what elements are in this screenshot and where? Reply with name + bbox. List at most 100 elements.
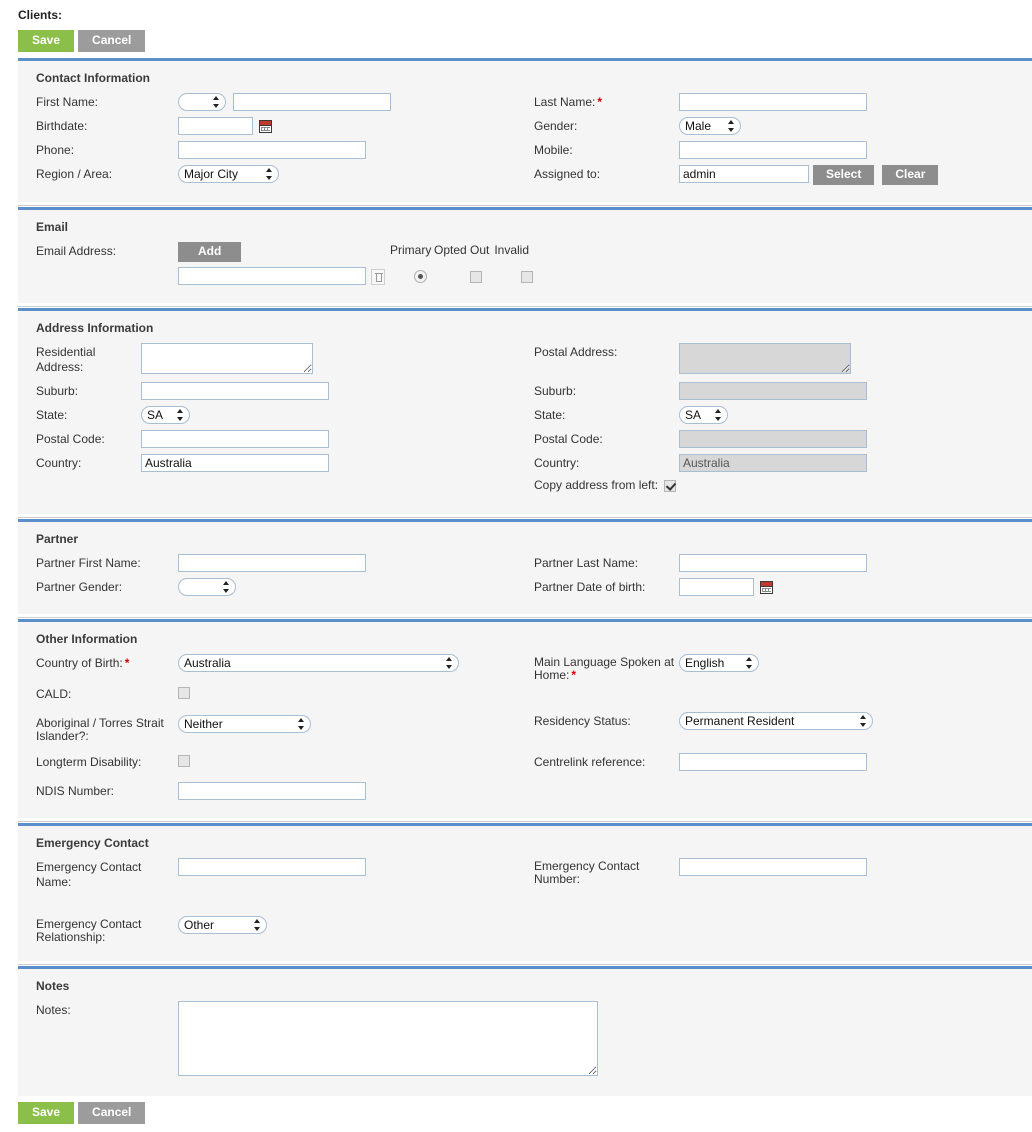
postal-country-label: Country: [534,456,580,470]
select-user-button[interactable]: Select [813,165,875,185]
email-opted-out-checkbox[interactable] [469,270,482,283]
postal-code-label: Postal Code: [36,432,105,446]
title-select-wrap [178,93,226,111]
section-title-partner: Partner [36,532,79,546]
calendar-icon[interactable] [259,120,273,134]
field-row-ndis-number: NDIS Number: [36,782,534,801]
field-row-emergency-name: Emergency Contact Name: [36,858,534,890]
field-row-cald: CALD: [36,685,534,704]
state-select-wrap: SA [141,406,190,424]
clear-user-button[interactable]: Clear [882,165,939,185]
cald-checkbox[interactable] [178,686,190,699]
save-button-top[interactable]: Save [18,30,75,52]
suburb-input[interactable] [141,382,329,400]
atsi-select[interactable]: Neither [178,715,311,733]
emergency-number-input[interactable] [679,858,867,876]
main-language-label: Main Language Spoken at Home: * [534,655,675,682]
emergency-name-label: Emergency Contact Name: [36,860,142,889]
bottom-action-bar: Save Cancel [0,1096,1032,1132]
main-language-select[interactable]: English [679,654,759,672]
copy-address-group: Copy address from left: [534,478,677,492]
postal-postcode-input[interactable] [679,430,867,448]
partner-last-name-input[interactable] [679,554,867,572]
partner-last-name-label: Partner Last Name: [534,556,639,570]
longterm-disability-checkbox[interactable] [178,754,190,767]
emergency-relationship-select[interactable]: Other [178,916,267,934]
postal-code-input[interactable] [141,430,329,448]
section-emergency-contact: Emergency Contact Emergency Contact Name… [18,821,1032,961]
region-select[interactable]: Major City [178,165,279,183]
partner-first-name-input[interactable] [178,554,366,572]
country-input[interactable] [141,454,329,472]
state-label: State: [36,408,68,422]
field-row-postal-state: State: SA [534,406,1032,425]
field-row-first-name: First Name: [36,93,534,112]
add-email-button[interactable]: Add [178,242,242,262]
field-row-assigned-to: Assigned to: Select Clear [534,165,1032,185]
required-marker: * [597,95,603,109]
section-title-emergency: Emergency Contact [36,836,149,850]
field-row-residential-address: Residential Address: [36,343,534,377]
assigned-to-label: Assigned to: [534,167,601,181]
email-column-headers: Primary Opted Out Invalid [389,243,533,257]
field-row-postal-country: Country: [534,454,1032,473]
first-name-input[interactable] [233,93,392,111]
copy-address-checkbox[interactable] [664,479,677,492]
country-of-birth-select[interactable]: Australia [178,654,459,672]
partner-dob-input[interactable] [679,578,754,596]
gender-select-wrap: Male [679,117,741,135]
residential-address-textarea[interactable] [141,343,313,374]
residency-status-select-wrap: Permanent Resident [679,712,873,730]
save-button-bottom[interactable]: Save [18,1102,75,1124]
gender-label: Gender: [534,119,578,133]
assigned-to-input[interactable] [679,165,809,183]
state-select[interactable]: SA [141,406,190,424]
partner-gender-label: Partner Gender: [36,580,123,594]
section-address-information: Address Information Residential Address:… [18,306,1032,514]
cancel-button-bottom[interactable]: Cancel [78,1102,146,1124]
gender-select[interactable]: Male [679,117,741,135]
field-row-mobile: Mobile: [534,141,1032,160]
phone-label: Phone: [36,143,75,157]
postal-country-input[interactable] [679,454,867,472]
cancel-button-top[interactable]: Cancel [78,30,146,52]
postal-address-textarea[interactable] [679,343,851,374]
phone-input[interactable] [178,141,366,159]
copy-address-label: Copy address from left: [534,478,659,492]
title-select[interactable] [178,93,226,111]
email-input[interactable] [178,267,366,285]
postal-suburb-input[interactable] [679,382,867,400]
emergency-name-input[interactable] [178,858,366,876]
field-row-centrelink-reference: Centrelink reference: [534,753,1032,772]
centrelink-reference-input[interactable] [679,753,867,771]
mobile-input[interactable] [679,141,867,159]
postal-state-select[interactable]: SA [679,406,728,424]
top-action-bar: Save Cancel [0,22,1032,58]
section-title-email: Email [36,220,69,234]
emergency-relationship-select-wrap: Other [178,916,267,934]
partner-gender-select[interactable] [178,578,236,596]
field-row-last-name: Last Name: * [534,93,1032,112]
calendar-icon[interactable] [760,581,774,595]
atsi-select-wrap: Neither [178,715,311,733]
field-row-emergency-relationship: Emergency Contact Relationship: Other [36,916,534,944]
birthdate-label: Birthdate: [36,119,88,133]
email-primary-radio[interactable] [414,270,428,284]
client-form-page: Clients: Save Cancel Contact Information … [0,0,1032,1132]
field-row-state: State: SA [36,406,534,425]
required-marker: * [571,668,577,682]
delete-email-icon[interactable] [371,268,386,285]
longterm-disability-label: Longterm Disability: [36,755,142,769]
residential-address-label: Residential Address: [36,345,96,374]
birthdate-input[interactable] [178,117,253,135]
field-row-partner-gender: Partner Gender: [36,578,534,597]
partner-gender-select-wrap [178,578,236,596]
email-invalid-checkbox[interactable] [521,270,534,283]
field-row-notes: Notes: [36,1001,1032,1079]
field-row-copy-address: Copy address from left: [534,478,1032,497]
notes-textarea[interactable] [178,1001,598,1076]
last-name-input[interactable] [679,93,867,111]
postal-state-select-wrap: SA [679,406,728,424]
ndis-number-input[interactable] [178,782,366,800]
residency-status-select[interactable]: Permanent Resident [679,712,873,730]
